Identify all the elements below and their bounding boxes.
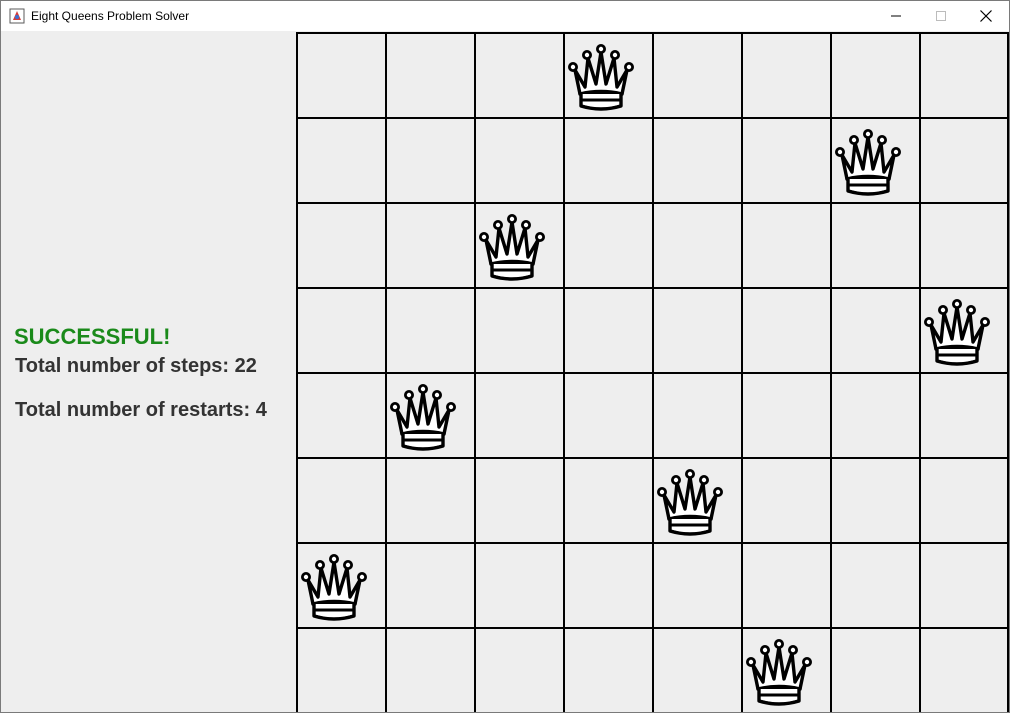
board-square[interactable] [385,542,474,627]
board-square[interactable] [652,202,741,287]
board-square[interactable] [474,287,563,372]
close-icon [979,10,992,22]
title-bar: Eight Queens Problem Solver [1,1,1009,31]
board-square[interactable] [919,202,1009,287]
board-square[interactable] [652,627,741,712]
board-square[interactable] [741,287,830,372]
board-square[interactable] [741,542,830,627]
queen-icon [478,213,546,281]
board-square[interactable] [652,457,741,542]
restarts-count: Total number of restarts: 4 [15,399,267,421]
board-square[interactable] [919,627,1009,712]
board-square[interactable] [919,372,1009,457]
content-area: SUCCESSFUL! Total number of steps: 22 To… [1,31,1009,712]
board-square[interactable] [563,627,652,712]
board-square[interactable] [563,542,652,627]
board-square[interactable] [474,32,563,117]
board-square[interactable] [830,32,919,117]
board-square[interactable] [652,117,741,202]
board-square[interactable] [296,627,385,712]
board-square[interactable] [296,287,385,372]
steps-count: Total number of steps: 22 [15,355,257,377]
queen-icon [656,468,724,536]
board-square[interactable] [296,542,385,627]
board-square[interactable] [741,627,830,712]
java-app-icon [9,8,25,24]
window-title: Eight Queens Problem Solver [31,9,190,23]
board-square[interactable] [296,117,385,202]
board-square[interactable] [385,287,474,372]
board-square[interactable] [652,287,741,372]
board-square[interactable] [919,287,1009,372]
board-square[interactable] [563,287,652,372]
board-square[interactable] [830,627,919,712]
queen-icon [389,383,457,451]
board-square[interactable] [652,32,741,117]
board-square[interactable] [830,542,919,627]
board-square[interactable] [830,202,919,287]
chess-board [296,32,1009,712]
board-square[interactable] [830,372,919,457]
board-square[interactable] [474,542,563,627]
board-square[interactable] [563,372,652,457]
board-square[interactable] [563,117,652,202]
board-square[interactable] [652,372,741,457]
board-square[interactable] [296,372,385,457]
board-square[interactable] [563,32,652,117]
minimize-icon [890,15,901,17]
board-square[interactable] [474,202,563,287]
board-square[interactable] [474,372,563,457]
board-square[interactable] [919,542,1009,627]
board-square[interactable] [474,627,563,712]
board-square[interactable] [385,32,474,117]
board-square[interactable] [830,117,919,202]
board-square[interactable] [385,117,474,202]
board-square[interactable] [563,202,652,287]
board-square[interactable] [296,202,385,287]
board-square[interactable] [474,117,563,202]
board-square[interactable] [919,117,1009,202]
board-square[interactable] [652,542,741,627]
board-square[interactable] [474,457,563,542]
board-square[interactable] [385,457,474,542]
board-square[interactable] [385,202,474,287]
queen-icon [923,298,991,366]
queen-icon [300,553,368,621]
queen-icon [745,638,813,706]
board-square[interactable] [741,117,830,202]
board-square[interactable] [830,457,919,542]
board-square[interactable] [385,372,474,457]
app-window: Eight Queens Problem Solver SUCCESSFUL! … [0,0,1010,713]
board-square[interactable] [741,457,830,542]
board-square[interactable] [919,32,1009,117]
close-button[interactable] [963,1,1008,31]
maximize-icon [935,11,946,21]
board-square[interactable] [741,372,830,457]
board-square[interactable] [830,287,919,372]
queen-icon [834,128,902,196]
maximize-button[interactable] [918,1,963,31]
board-square[interactable] [563,457,652,542]
board-square[interactable] [919,457,1009,542]
board-square[interactable] [385,627,474,712]
queen-icon [567,43,635,111]
board-square[interactable] [296,32,385,117]
board-square[interactable] [296,457,385,542]
board-square[interactable] [741,202,830,287]
minimize-button[interactable] [873,1,918,31]
board-square[interactable] [741,32,830,117]
status-text: SUCCESSFUL! [14,324,171,349]
